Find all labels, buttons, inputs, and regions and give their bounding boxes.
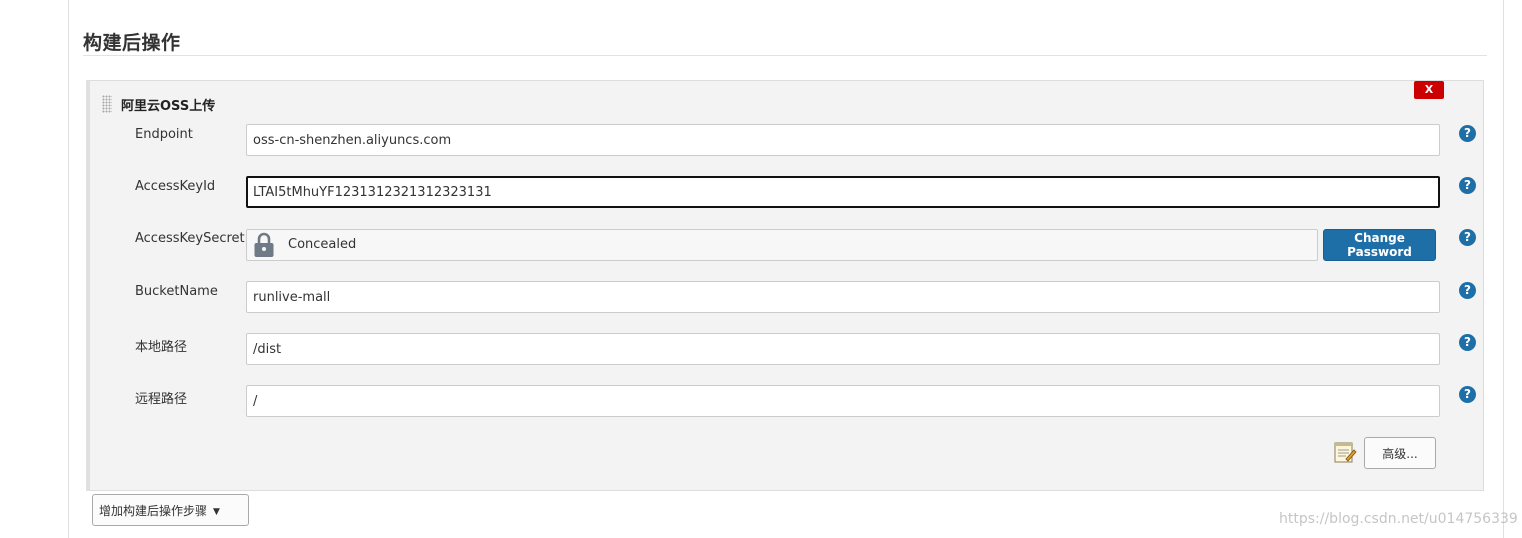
access-key-id-input[interactable] (246, 176, 1440, 208)
delete-step-button[interactable]: X (1414, 81, 1444, 99)
help-icon[interactable]: ? (1459, 334, 1476, 351)
bucket-name-input[interactable] (246, 281, 1440, 313)
concealed-value: Concealed (288, 237, 357, 252)
watermark: https://blog.csdn.net/u014756339 (1279, 511, 1518, 527)
remote-path-label: 远程路径 (135, 392, 188, 407)
secret-field (246, 229, 1318, 261)
access-key-secret-label: AccessKeySecret (135, 231, 245, 246)
local-path-input[interactable] (246, 333, 1440, 365)
notepad-icon[interactable] (1333, 441, 1357, 463)
remote-path-input[interactable] (246, 385, 1440, 417)
change-password-button[interactable]: Change Password (1323, 229, 1436, 261)
bucket-name-label: BucketName (135, 284, 218, 299)
section-title: 构建后操作 (83, 32, 181, 54)
panel-accent-bar (86, 80, 90, 491)
drag-handle-icon[interactable] (102, 95, 112, 113)
help-icon[interactable]: ? (1459, 282, 1476, 299)
left-gutter (0, 0, 69, 538)
plugin-title: 阿里云OSS上传 (121, 99, 216, 114)
help-icon[interactable]: ? (1459, 386, 1476, 403)
local-path-label: 本地路径 (135, 340, 188, 355)
advanced-button[interactable]: 高级... (1364, 437, 1436, 469)
help-icon[interactable]: ? (1459, 229, 1476, 246)
right-gutter (1503, 0, 1522, 538)
endpoint-input[interactable] (246, 124, 1440, 156)
caret-down-icon: ▼ (213, 506, 220, 517)
add-step-label: 增加构建后操作步骤 (99, 503, 208, 518)
help-icon[interactable]: ? (1459, 177, 1476, 194)
endpoint-label: Endpoint (135, 127, 193, 142)
add-post-build-step-button[interactable]: 增加构建后操作步骤 ▼ (92, 494, 249, 526)
access-key-id-label: AccessKeyId (135, 179, 216, 194)
section-divider (83, 55, 1487, 56)
lock-icon (254, 232, 274, 257)
help-icon[interactable]: ? (1459, 125, 1476, 142)
